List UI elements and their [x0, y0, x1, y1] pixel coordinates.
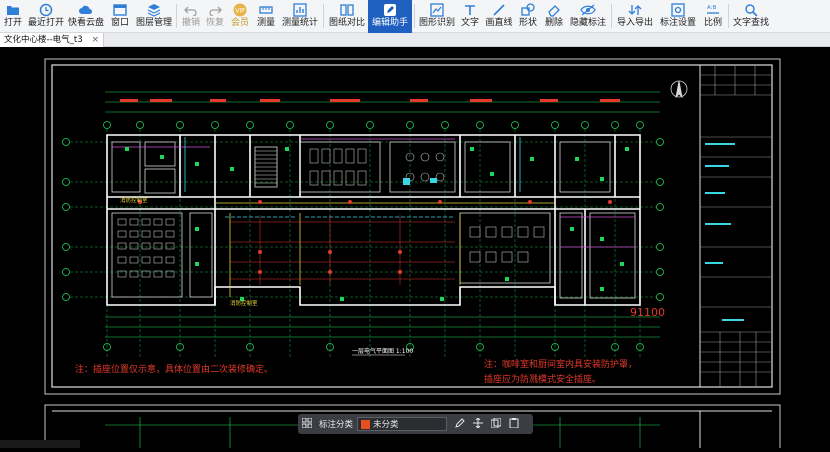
- electrical-fixtures: [125, 147, 629, 301]
- move-icon: [473, 417, 484, 431]
- import-export-button[interactable]: 导入导出: [614, 0, 656, 33]
- window-button[interactable]: 窗口: [106, 0, 134, 33]
- cloud-icon: [78, 3, 94, 17]
- measure-stats-icon: [292, 3, 308, 17]
- document-tab[interactable]: 文化中心楼--电气_t3 ×: [0, 33, 104, 47]
- copy-icon: [490, 417, 502, 431]
- category-value: 未分类: [373, 420, 399, 430]
- close-icon[interactable]: ×: [91, 33, 99, 47]
- status-strip: [0, 440, 80, 448]
- line-icon: [491, 3, 507, 17]
- text-search-button[interactable]: 文字查找: [731, 0, 771, 33]
- toolbar-divider: [323, 4, 324, 28]
- sheet-frame: [44, 58, 781, 395]
- delete-button[interactable]: 删除: [541, 0, 567, 33]
- text-button[interactable]: 文字: [457, 0, 483, 33]
- title-block: [699, 64, 773, 388]
- redo-icon: [207, 3, 223, 17]
- paste-annotation-button[interactable]: [505, 414, 523, 434]
- scale-button[interactable]: A:B 比例: [700, 0, 726, 33]
- edit-assistant-button[interactable]: 编辑助手: [368, 0, 412, 33]
- open-button[interactable]: 打开: [0, 0, 26, 33]
- top-dimension-ticks: [120, 99, 620, 102]
- measure-stats-button[interactable]: 测量统计: [279, 0, 321, 33]
- paste-icon: [509, 417, 519, 431]
- note-right-line-2: 插座应为防溅模式安全插座。: [484, 373, 601, 385]
- document-tab-bar: 文化中心楼--电气_t3 ×: [0, 33, 830, 47]
- text-icon: [462, 3, 478, 17]
- undo-button[interactable]: 撤销: [179, 0, 203, 33]
- cloud-button[interactable]: 快看云盘: [66, 0, 106, 33]
- vip-button[interactable]: VIP 会员: [227, 0, 253, 33]
- room-label: 消防控制室: [230, 299, 258, 307]
- document-tab-title: 文化中心楼--电气_t3: [4, 35, 83, 45]
- shape-icon: [520, 3, 536, 17]
- sheet-inner-frame: [51, 64, 773, 388]
- hide-annotation-icon: [580, 3, 596, 17]
- grid-icon: [301, 417, 313, 431]
- cad-drawing: 消防控制室 消防控制室 一层电气平面图 1:100 91100 注：插座位置仅示…: [44, 58, 781, 452]
- toolbar-divider: [176, 4, 177, 28]
- layers-button[interactable]: 图层管理: [134, 0, 174, 33]
- horizontal-grid-lines: [70, 141, 656, 298]
- edit-annotation-button[interactable]: [451, 414, 469, 434]
- annotation-float-toolbar: 标注分类 未分类: [298, 414, 533, 434]
- text-search-icon: [743, 3, 759, 17]
- annotation-settings-icon: [670, 3, 686, 17]
- window-icon: [112, 3, 128, 17]
- drawing-canvas[interactable]: 消防控制室 消防控制室 一层电气平面图 1:100 91100 注：插座位置仅示…: [0, 47, 830, 452]
- svg-text:A:B: A:B: [707, 5, 717, 11]
- shape-recognize-icon: [429, 3, 445, 17]
- category-label: 标注分类: [319, 420, 354, 430]
- note-left: 注：插座位置仅示意，具体位置由二次装修确定。: [75, 363, 273, 375]
- shape-button[interactable]: 形状: [515, 0, 541, 33]
- stairs: [255, 150, 277, 184]
- title-block-rows: [700, 65, 772, 387]
- measure-icon: [258, 3, 274, 17]
- title-block-marks: [705, 143, 744, 321]
- toolbar-divider: [611, 4, 612, 28]
- note-right-line-1: 注：咖啡室和厨间室内具安装防护罩，: [484, 358, 637, 370]
- top-dimension-lines: [105, 91, 660, 113]
- annotation-settings-button[interactable]: 标注设置: [656, 0, 700, 33]
- drawing-title: 一层电气平面图 1:100: [352, 347, 413, 355]
- copy-annotation-button[interactable]: [487, 414, 505, 434]
- bottom-dimension-lines: [105, 316, 660, 338]
- category-select[interactable]: 未分类: [357, 417, 448, 431]
- clock-icon: [38, 3, 54, 17]
- vip-badge-text: VIP: [235, 8, 245, 15]
- compare-icon: [339, 3, 355, 17]
- inner-partitions: [111, 141, 636, 299]
- move-annotation-button[interactable]: [469, 414, 487, 434]
- toolbar-divider: [728, 4, 729, 28]
- edit-icon: [455, 417, 465, 431]
- open-area-wiring: [230, 215, 455, 285]
- import-export-icon: [627, 3, 643, 17]
- toolbar-divider: [414, 4, 415, 28]
- grid-menu-button[interactable]: [298, 414, 316, 434]
- shape-recognize-button[interactable]: 图形识别: [417, 0, 457, 33]
- recent-button[interactable]: 最近打开: [26, 0, 66, 33]
- category-color-swatch: [361, 419, 371, 429]
- folder-icon: [5, 3, 21, 17]
- line-button[interactable]: 画直线: [483, 0, 515, 33]
- elevation-label: 91100: [630, 306, 665, 319]
- undo-icon: [183, 3, 199, 17]
- scale-icon: A:B: [705, 3, 721, 17]
- edit-assistant-icon: [382, 3, 398, 17]
- main-toolbar: 打开 最近打开 快看云盘 窗口 图层管理 撤销 恢复 VIP 会员 测量 测量统…: [0, 0, 830, 33]
- compare-button[interactable]: 图纸对比: [326, 0, 368, 33]
- hide-annotation-button[interactable]: 隐藏标注: [567, 0, 609, 33]
- north-arrow-icon: [670, 80, 688, 99]
- layers-icon: [146, 3, 162, 17]
- top-grid-bubbles: [103, 121, 644, 129]
- measure-button[interactable]: 测量: [253, 0, 279, 33]
- vip-icon: VIP: [232, 3, 248, 17]
- wiring: [112, 137, 635, 297]
- eraser-icon: [546, 3, 562, 17]
- room-label: 消防控制室: [120, 196, 148, 204]
- redo-button[interactable]: 恢复: [203, 0, 227, 33]
